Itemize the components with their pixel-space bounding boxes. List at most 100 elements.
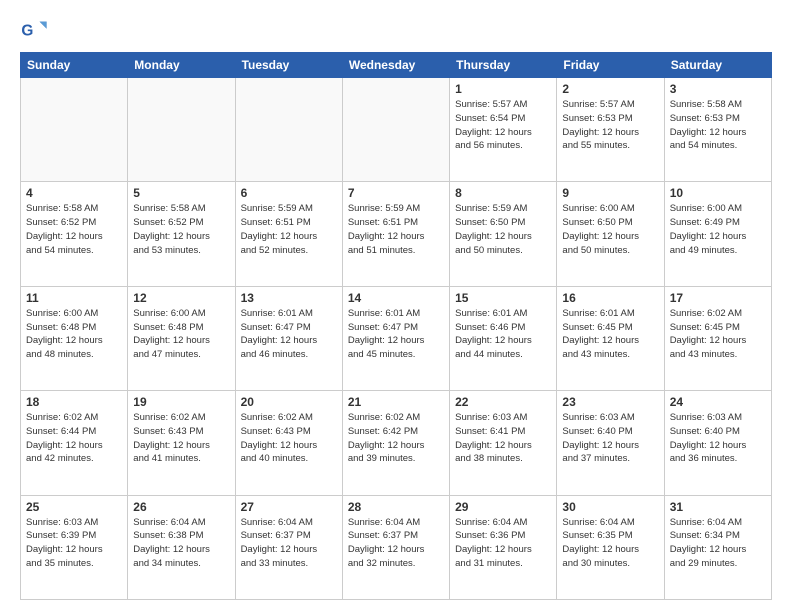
day-number: 1 [455,82,551,96]
day-info: Sunrise: 6:01 AM Sunset: 6:46 PM Dayligh… [455,307,551,362]
calendar-cell: 27 Sunrise: 6:04 AM Sunset: 6:37 PM Dayli… [235,495,342,599]
day-number: 13 [241,291,337,305]
calendar-cell [21,78,128,182]
week-row-1: 1Sunrise: 5:57 AM Sunset: 6:54 PM Daylig… [21,78,772,182]
calendar-cell: 17 Sunrise: 6:02 AM Sunset: 6:45 PM Dayli… [664,286,771,390]
calendar-cell: 21 Sunrise: 6:02 AM Sunset: 6:42 PM Dayli… [342,391,449,495]
day-info: Sunrise: 5:58 AM Sunset: 6:53 PM Dayligh… [670,98,766,153]
day-number: 29 [455,500,551,514]
calendar-cell: 10Sunrise: 6:00 AM Sunset: 6:49 PM Dayli… [664,182,771,286]
day-number: 5 [133,186,229,200]
day-info: Sunrise: 5:57 AM Sunset: 6:53 PM Dayligh… [562,98,658,153]
calendar-cell: 14 Sunrise: 6:01 AM Sunset: 6:47 PM Dayli… [342,286,449,390]
day-info: Sunrise: 6:00 AM Sunset: 6:49 PM Dayligh… [670,202,766,257]
day-number: 9 [562,186,658,200]
calendar-cell: 9Sunrise: 6:00 AM Sunset: 6:50 PM Daylig… [557,182,664,286]
calendar-cell: 5 Sunrise: 5:58 AM Sunset: 6:52 PM Daylig… [128,182,235,286]
calendar-cell [235,78,342,182]
day-number: 25 [26,500,122,514]
day-info: Sunrise: 6:04 AM Sunset: 6:37 PM Dayligh… [241,516,337,571]
weekday-header-thursday: Thursday [450,53,557,78]
calendar-cell: 26Sunrise: 6:04 AM Sunset: 6:38 PM Dayli… [128,495,235,599]
day-number: 22 [455,395,551,409]
day-info: Sunrise: 6:04 AM Sunset: 6:37 PM Dayligh… [348,516,444,571]
calendar-cell: 8Sunrise: 5:59 AM Sunset: 6:50 PM Daylig… [450,182,557,286]
day-info: Sunrise: 6:02 AM Sunset: 6:42 PM Dayligh… [348,411,444,466]
day-number: 17 [670,291,766,305]
day-number: 31 [670,500,766,514]
calendar-cell: 18 Sunrise: 6:02 AM Sunset: 6:44 PM Dayli… [21,391,128,495]
day-info: Sunrise: 6:04 AM Sunset: 6:34 PM Dayligh… [670,516,766,571]
day-number: 27 [241,500,337,514]
logo: G [20,16,52,44]
weekday-header-monday: Monday [128,53,235,78]
day-number: 14 [348,291,444,305]
week-row-3: 11 Sunrise: 6:00 AM Sunset: 6:48 PM Dayli… [21,286,772,390]
calendar-cell: 22 Sunrise: 6:03 AM Sunset: 6:41 PM Dayli… [450,391,557,495]
day-info: Sunrise: 6:01 AM Sunset: 6:45 PM Dayligh… [562,307,658,362]
day-info: Sunrise: 6:04 AM Sunset: 6:38 PM Dayligh… [133,516,229,571]
calendar-cell: 23 Sunrise: 6:03 AM Sunset: 6:40 PM Dayli… [557,391,664,495]
day-info: Sunrise: 5:58 AM Sunset: 6:52 PM Dayligh… [26,202,122,257]
calendar-cell: 4 Sunrise: 5:58 AM Sunset: 6:52 PM Daylig… [21,182,128,286]
day-number: 23 [562,395,658,409]
day-number: 12 [133,291,229,305]
day-info: Sunrise: 6:02 AM Sunset: 6:43 PM Dayligh… [133,411,229,466]
calendar-cell: 12 Sunrise: 6:00 AM Sunset: 6:48 PM Dayli… [128,286,235,390]
day-info: Sunrise: 6:03 AM Sunset: 6:41 PM Dayligh… [455,411,551,466]
calendar-cell: 24Sunrise: 6:03 AM Sunset: 6:40 PM Dayli… [664,391,771,495]
day-info: Sunrise: 5:58 AM Sunset: 6:52 PM Dayligh… [133,202,229,257]
calendar-cell: 6 Sunrise: 5:59 AM Sunset: 6:51 PM Daylig… [235,182,342,286]
week-row-2: 4 Sunrise: 5:58 AM Sunset: 6:52 PM Daylig… [21,182,772,286]
day-number: 21 [348,395,444,409]
day-info: Sunrise: 6:02 AM Sunset: 6:43 PM Dayligh… [241,411,337,466]
calendar-cell: 30Sunrise: 6:04 AM Sunset: 6:35 PM Dayli… [557,495,664,599]
day-number: 7 [348,186,444,200]
calendar-cell: 2 Sunrise: 5:57 AM Sunset: 6:53 PM Daylig… [557,78,664,182]
calendar-cell: 28 Sunrise: 6:04 AM Sunset: 6:37 PM Dayli… [342,495,449,599]
calendar-cell: 11Sunrise: 6:00 AM Sunset: 6:48 PM Dayli… [21,286,128,390]
weekday-row: SundayMondayTuesdayWednesdayThursdayFrid… [21,53,772,78]
week-row-4: 18 Sunrise: 6:02 AM Sunset: 6:44 PM Dayli… [21,391,772,495]
calendar-cell [128,78,235,182]
day-info: Sunrise: 6:01 AM Sunset: 6:47 PM Dayligh… [241,307,337,362]
day-number: 11 [26,291,122,305]
day-number: 6 [241,186,337,200]
calendar-body: 1Sunrise: 5:57 AM Sunset: 6:54 PM Daylig… [21,78,772,600]
weekday-header-saturday: Saturday [664,53,771,78]
day-number: 16 [562,291,658,305]
weekday-header-sunday: Sunday [21,53,128,78]
calendar-cell: 15 Sunrise: 6:01 AM Sunset: 6:46 PM Dayli… [450,286,557,390]
day-info: Sunrise: 6:01 AM Sunset: 6:47 PM Dayligh… [348,307,444,362]
calendar-cell [342,78,449,182]
day-number: 15 [455,291,551,305]
day-info: Sunrise: 6:00 AM Sunset: 6:48 PM Dayligh… [133,307,229,362]
day-info: Sunrise: 5:59 AM Sunset: 6:51 PM Dayligh… [348,202,444,257]
day-info: Sunrise: 6:02 AM Sunset: 6:45 PM Dayligh… [670,307,766,362]
day-number: 4 [26,186,122,200]
day-info: Sunrise: 5:59 AM Sunset: 6:51 PM Dayligh… [241,202,337,257]
calendar-cell: 7 Sunrise: 5:59 AM Sunset: 6:51 PM Daylig… [342,182,449,286]
day-info: Sunrise: 5:59 AM Sunset: 6:50 PM Dayligh… [455,202,551,257]
header: G [20,16,772,44]
week-row-5: 25 Sunrise: 6:03 AM Sunset: 6:39 PM Dayli… [21,495,772,599]
calendar-cell: 20 Sunrise: 6:02 AM Sunset: 6:43 PM Dayli… [235,391,342,495]
calendar-header: SundayMondayTuesdayWednesdayThursdayFrid… [21,53,772,78]
day-info: Sunrise: 6:03 AM Sunset: 6:40 PM Dayligh… [562,411,658,466]
day-info: Sunrise: 6:02 AM Sunset: 6:44 PM Dayligh… [26,411,122,466]
day-info: Sunrise: 6:03 AM Sunset: 6:39 PM Dayligh… [26,516,122,571]
day-number: 2 [562,82,658,96]
calendar-cell: 1Sunrise: 5:57 AM Sunset: 6:54 PM Daylig… [450,78,557,182]
calendar-cell: 31 Sunrise: 6:04 AM Sunset: 6:34 PM Dayli… [664,495,771,599]
calendar-cell: 3Sunrise: 5:58 AM Sunset: 6:53 PM Daylig… [664,78,771,182]
calendar-cell: 13 Sunrise: 6:01 AM Sunset: 6:47 PM Dayli… [235,286,342,390]
day-number: 24 [670,395,766,409]
calendar-table: SundayMondayTuesdayWednesdayThursdayFrid… [20,52,772,600]
day-number: 19 [133,395,229,409]
day-info: Sunrise: 6:04 AM Sunset: 6:36 PM Dayligh… [455,516,551,571]
day-number: 28 [348,500,444,514]
day-number: 18 [26,395,122,409]
day-number: 20 [241,395,337,409]
calendar-cell: 16 Sunrise: 6:01 AM Sunset: 6:45 PM Dayli… [557,286,664,390]
page: G SundayMondayTuesdayWednesdayThursdayFr… [0,0,792,612]
